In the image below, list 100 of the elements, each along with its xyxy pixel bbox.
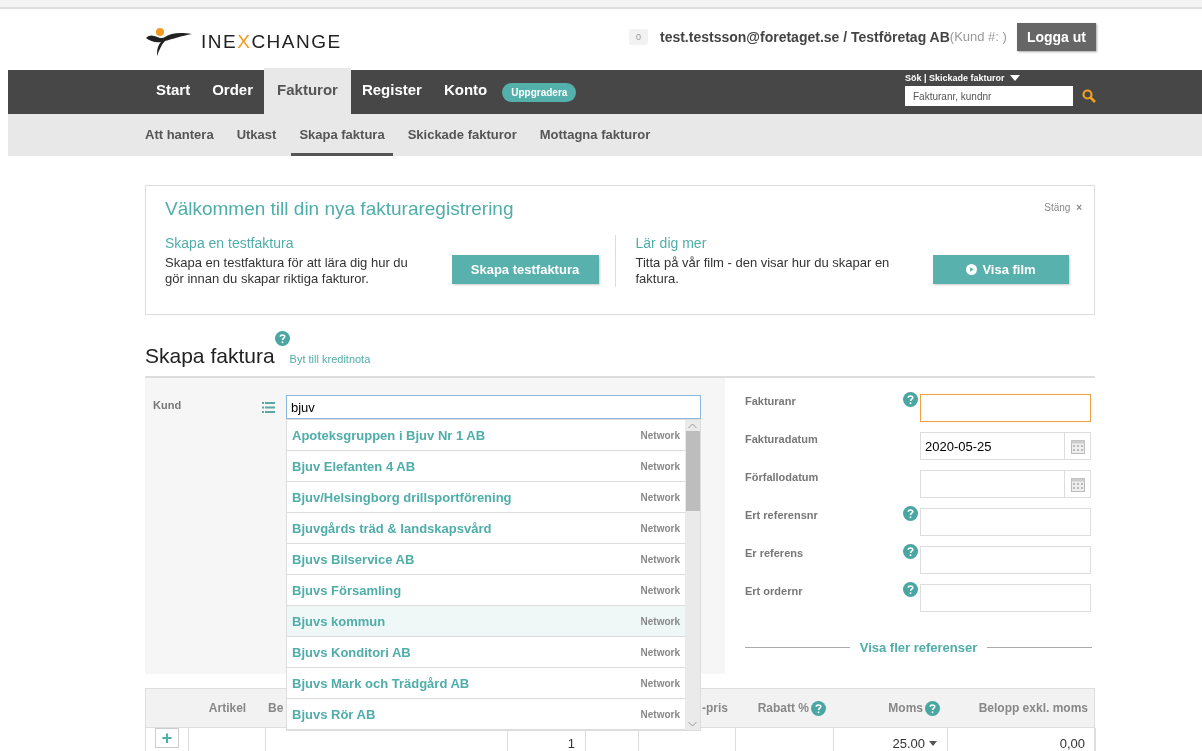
help-icon[interactable] [274,331,290,346]
suggestion-name: Bjuvs kommun [292,613,386,629]
suggestion-item[interactable]: Bjuvs Rör AB Network [287,699,685,730]
input-field[interactable] [920,584,1091,612]
page-title: Skapa faktura [145,344,275,368]
help-icon[interactable] [811,700,826,716]
welcome-title: Välkommen till din nya fakturaregistrering [165,198,514,220]
suggestion-item[interactable]: Apoteksgruppen i Bjuv Nr 1 AB Network [287,420,685,451]
suggestion-item[interactable]: Bjuvs Konditori AB Network [287,637,685,668]
scroll-thumb[interactable] [685,431,700,511]
suggestion-source: Network [640,646,680,658]
nav-tab[interactable]: Start [145,68,202,114]
suggestion-source: Network [640,491,680,503]
notification-count[interactable]: 0 [628,28,648,45]
suggestion-name: Bjuvs Bilservice AB [292,551,415,567]
nav-tab[interactable]: Register [350,68,433,114]
field-label: Ert ordernr [745,585,804,597]
upgrade-badge[interactable]: Uppgradera [502,82,577,102]
section-heading: Skapa en testfaktura [165,235,295,251]
search-scope[interactable]: Sök | Skickade fakturor [905,73,1005,83]
field-label: Er referens [745,547,805,559]
action-button[interactable]: Skapa testfaktura [451,255,599,284]
suggestion-name: Bjuvgårds träd & landskapsvård [292,520,492,536]
nav-tab[interactable]: Fakturor [264,68,351,114]
suggestion-source: Network [640,553,680,565]
field-label: Ert referensnr [745,509,819,521]
user-account: test.testsson@foretaget.se / Testföretag AB [659,28,950,45]
field-label: Fakturanr [745,395,797,407]
suggestion-item[interactable]: Bjuv Elefanten 4 AB Network [287,451,685,482]
play-icon [966,264,978,275]
logout-button[interactable]: Logga ut [1016,22,1096,51]
customer-number: (Kund #: ) [949,29,1007,44]
vat-dropdown[interactable]: 25.00 [892,736,937,751]
subnav-tab[interactable]: Att hantera [145,114,214,156]
list-icon[interactable] [262,401,275,413]
suggestion-name: Bjuv Elefanten 4 AB [292,458,416,474]
suggestion-name: Bjuvs Konditori AB [292,644,411,660]
suggestion-source: Network [640,708,680,720]
close-button[interactable]: Stäng × [1044,202,1082,220]
chevron-up-icon[interactable] [688,423,697,429]
search-icon[interactable] [1082,89,1096,103]
input-field[interactable] [920,508,1091,536]
more-references-link[interactable]: Visa fler referenser [859,640,978,655]
suggestion-item[interactable]: Bjuvgårds träd & landskapsvård Network [287,513,685,544]
column-header: -pris [702,701,728,715]
column-header: Rabatt % [757,701,809,715]
table-cell: 1 [567,736,575,751]
calendar-icon [1070,476,1085,492]
caret-icon[interactable] [1009,75,1020,81]
logo-text: INEXCHANGE [201,30,342,53]
column-header: Artikel [208,701,247,715]
scrollbar[interactable] [685,420,700,730]
suggestion-item[interactable]: Bjuvs Bilservice AB Network [287,544,685,575]
suggestion-source: Network [640,429,680,441]
caret-icon[interactable] [929,741,937,746]
suggestion-item[interactable]: Bjuvs kommun Network [287,606,685,637]
help-icon[interactable] [925,700,940,716]
suggestion-source: Network [640,615,680,627]
help-icon[interactable] [903,506,918,521]
field-label: Förfallodatum [745,471,820,483]
suggestion-name: Bjuvs Församling [292,582,402,598]
suggestion-source: Network [640,460,680,472]
section-text: Skapa en testfaktura för att lära dig hur du gör innan du skapar riktiga fakturor. [165,255,409,287]
subnav-tab[interactable]: Mottagna fakturor [539,114,651,156]
suggestion-source: Network [640,584,680,596]
customer-field[interactable]: bjuv [286,395,701,419]
suggestion-item[interactable]: Bjuv/Helsingborg drillsportförening Network [287,482,685,513]
add-row-button[interactable]: + [155,728,179,748]
help-icon[interactable] [903,544,918,559]
field-label: Kund [153,399,183,411]
subnav-tab[interactable]: Skickade fakturor [407,114,517,156]
help-icon[interactable] [903,392,918,407]
date-field[interactable] [920,470,1065,498]
search-field[interactable]: Fakturanr, kundnr [905,86,1073,106]
table-cell: 0,00 [1059,736,1085,751]
suggestion-name: Bjuvs Rör AB [292,706,376,722]
suggestion-name: Apoteksgruppen i Bjuv Nr 1 AB [292,427,486,443]
nav-tab[interactable]: Order [201,68,265,114]
logo-icon [145,26,193,57]
field-label: Fakturadatum [745,433,819,445]
suggestion-item[interactable]: Bjuvs Mark och Trädgård AB Network [287,668,685,699]
suggestion-name: Bjuv/Helsingborg drillsportförening [292,489,512,505]
column-header: Belopp exkl. moms [978,701,1088,715]
input-field[interactable] [920,546,1091,574]
nav-tab[interactable]: Konto [432,68,499,114]
chevron-down-icon[interactable] [688,721,697,727]
help-icon[interactable] [903,582,918,597]
subnav-tab[interactable]: Skapa faktura [291,114,393,156]
calendar-icon [1070,438,1085,454]
date-field[interactable]: 2020-05-25 [920,432,1065,460]
calendar-button[interactable] [1065,432,1091,460]
input-field[interactable] [920,394,1091,422]
subnav-tab[interactable]: Utkast [236,114,277,156]
suggestion-source: Network [640,522,680,534]
column-header: Be [268,701,284,715]
credit-note-link[interactable]: Byt till kreditnota [289,353,371,365]
calendar-button[interactable] [1065,470,1091,498]
section-text: Titta på vår film - den visar hur du skapar en faktura. [635,255,891,287]
suggestion-source: Network [640,677,680,689]
action-button[interactable]: Visa film [933,255,1069,284]
